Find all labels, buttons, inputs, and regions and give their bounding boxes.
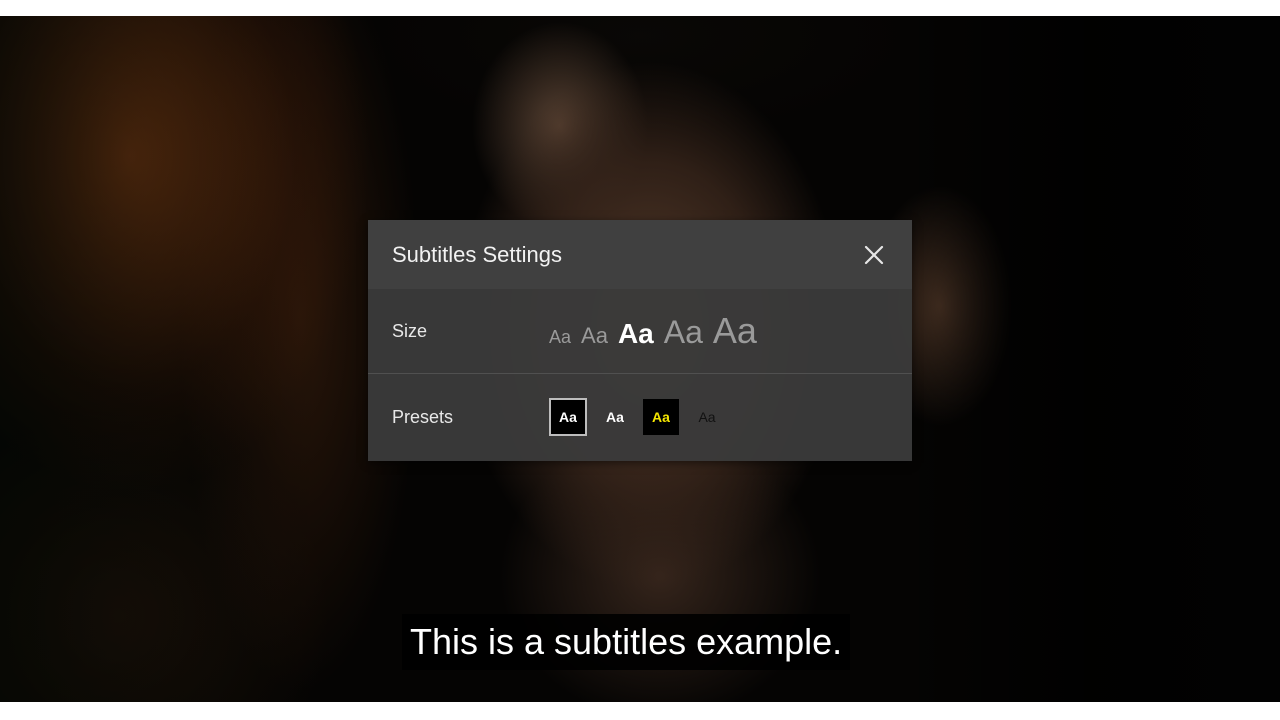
size-option-1[interactable]: Aa bbox=[549, 328, 571, 346]
subtitles-settings-dialog: Subtitles Settings Size Aa Aa Aa Aa Aa P… bbox=[368, 220, 912, 461]
preset-option-2[interactable]: Aa bbox=[597, 399, 633, 435]
size-option-4[interactable]: Aa bbox=[664, 316, 703, 348]
subtitle-text: This is a subtitles example. bbox=[410, 621, 843, 662]
dialog-header: Subtitles Settings bbox=[368, 220, 912, 289]
presets-row: Presets Aa Aa Aa Aa bbox=[368, 374, 912, 460]
presets-label: Presets bbox=[392, 406, 454, 427]
preset-option-3[interactable]: Aa bbox=[643, 399, 679, 435]
close-button[interactable] bbox=[860, 241, 888, 269]
preset-option-1-selected[interactable]: Aa bbox=[549, 398, 587, 436]
size-option-5[interactable]: Aa bbox=[713, 313, 757, 349]
video-frame: Subtitles Settings Size Aa Aa Aa Aa Aa P… bbox=[0, 16, 1280, 702]
size-option-3-selected[interactable]: Aa bbox=[618, 320, 654, 348]
preset-options: Aa Aa Aa Aa bbox=[549, 398, 725, 436]
close-icon bbox=[864, 245, 884, 264]
dialog-title: Subtitles Settings bbox=[392, 241, 562, 267]
size-row: Size Aa Aa Aa Aa Aa bbox=[368, 289, 912, 374]
subtitle-preview: This is a subtitles example. bbox=[402, 614, 851, 670]
size-option-2[interactable]: Aa bbox=[581, 325, 608, 347]
size-options: Aa Aa Aa Aa Aa bbox=[549, 313, 757, 349]
preset-option-4[interactable]: Aa bbox=[689, 399, 725, 435]
size-label: Size bbox=[392, 320, 428, 341]
